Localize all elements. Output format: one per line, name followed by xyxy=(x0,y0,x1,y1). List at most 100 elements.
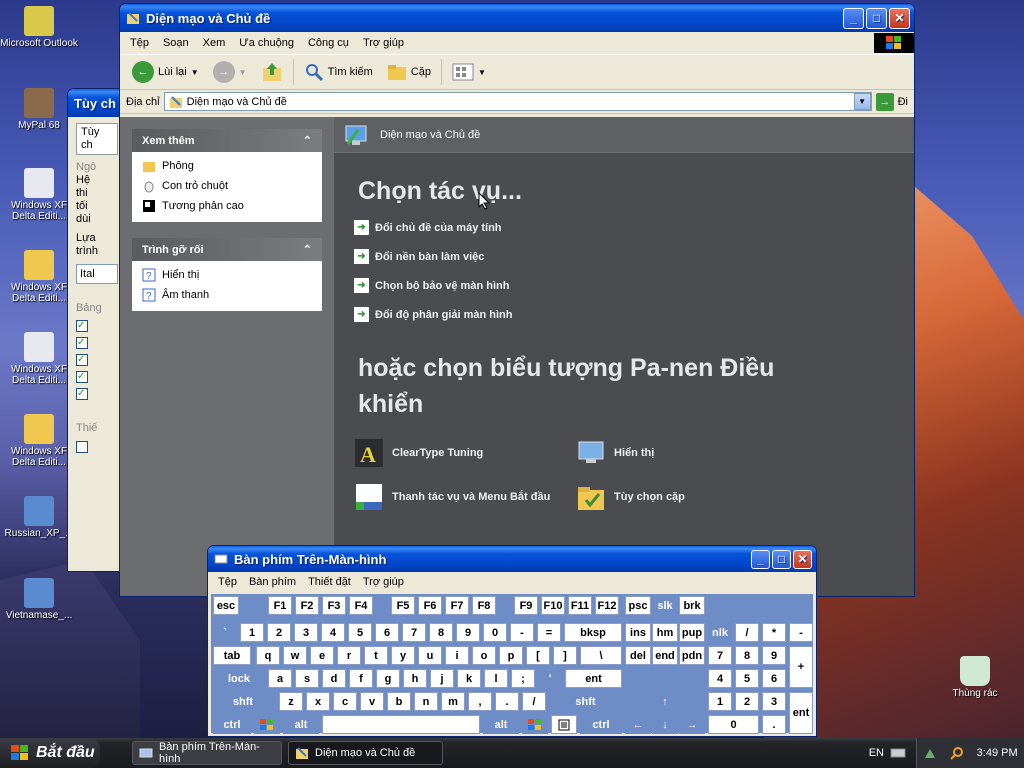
key-1[interactable]: 1 xyxy=(240,623,264,642)
background-dialog-select[interactable]: Ital xyxy=(76,264,118,284)
cpl-taskbar-start-menu[interactable]: Thanh tác vụ và Menu Bắt đầu xyxy=(354,482,576,512)
osk-menu-file[interactable]: Tệp xyxy=(218,576,237,588)
key-numpad-9[interactable]: 9 xyxy=(762,646,786,665)
key-ins[interactable]: ins xyxy=(625,623,651,642)
key-numpad-divide[interactable]: / xyxy=(735,623,759,642)
address-dropdown-button[interactable]: ▼ xyxy=(853,93,871,110)
task-choose-screensaver[interactable]: ➜ Chọn bộ bảo vệ màn hình xyxy=(354,278,914,293)
checkbox[interactable]: ✓ xyxy=(76,371,88,383)
key-numpad-0[interactable]: 0 xyxy=(708,715,759,734)
key-2[interactable]: 2 xyxy=(267,623,291,642)
key-shift-left[interactable]: shft xyxy=(213,692,273,711)
key-7[interactable]: 7 xyxy=(402,623,426,642)
cpl-folder-options[interactable]: Tùy chọn cặp xyxy=(576,482,798,512)
background-dialog-window[interactable]: Tùy ch Tùy ch Ngô Hệ thi tối dùi Lựa trì… xyxy=(67,88,127,572)
key-s[interactable]: s xyxy=(295,669,319,688)
explorer-window[interactable]: Diện mạo và Chủ đề _ □ ✕ Tệp Soạn Xem Ưa… xyxy=(119,3,915,597)
key-6[interactable]: 6 xyxy=(375,623,399,642)
key-f7[interactable]: F7 xyxy=(445,596,469,615)
key-arrow-up[interactable]: ↑ xyxy=(652,692,678,711)
language-indicator[interactable]: EN xyxy=(869,747,884,759)
back-button[interactable]: ← Lùi lại ▼ xyxy=(128,59,203,85)
see-also-high-contrast[interactable]: Tương phản cao xyxy=(132,196,322,216)
key-p[interactable]: p xyxy=(499,646,523,665)
key-enter[interactable]: ent xyxy=(565,669,622,688)
key-h[interactable]: h xyxy=(403,669,427,688)
key-9[interactable]: 9 xyxy=(456,623,480,642)
key-f12[interactable]: F12 xyxy=(595,596,619,615)
key-3[interactable]: 3 xyxy=(294,623,318,642)
key-arrow-left[interactable]: ← xyxy=(625,715,651,734)
key-o[interactable]: o xyxy=(472,646,496,665)
cpl-display[interactable]: Hiển thị xyxy=(576,438,798,468)
key-alt-left[interactable]: alt xyxy=(283,715,319,734)
key-backslash[interactable]: \ xyxy=(580,646,622,665)
key-a[interactable]: a xyxy=(268,669,292,688)
key-end[interactable]: end xyxy=(652,646,678,665)
key-n[interactable]: n xyxy=(414,692,438,711)
search-icon[interactable] xyxy=(950,746,964,760)
key-nlk[interactable]: nlk xyxy=(708,623,732,642)
key-numpad-3[interactable]: 3 xyxy=(762,692,786,711)
key-numpad-decimal[interactable]: . xyxy=(762,715,786,734)
key-backtick[interactable]: ` xyxy=(213,623,237,642)
desktop-icon-recycle-bin[interactable]: Thùng rác xyxy=(936,656,1014,699)
key-ctrl-right[interactable]: ctrl xyxy=(580,715,622,734)
key-equals[interactable]: = xyxy=(537,623,561,642)
desktop-icon-vietnamese[interactable]: Vietnamase_... xyxy=(0,578,78,621)
key-numpad-1[interactable]: 1 xyxy=(708,692,732,711)
key-minus[interactable]: - xyxy=(510,623,534,642)
key-f11[interactable]: F11 xyxy=(568,596,592,615)
background-dialog-tab[interactable]: Tùy ch xyxy=(76,123,118,155)
key-space[interactable] xyxy=(322,715,480,734)
checkbox[interactable] xyxy=(76,441,88,453)
cpl-cleartype[interactable]: A ClearType Tuning xyxy=(354,438,576,468)
address-input[interactable]: Diện mạo và Chủ đề ▼ xyxy=(163,92,872,111)
key-pdn[interactable]: pdn xyxy=(679,646,705,665)
key-f8[interactable]: F8 xyxy=(472,596,496,615)
key-e[interactable]: e xyxy=(310,646,334,665)
task-change-resolution[interactable]: ➜ Đổi độ phân giải màn hình xyxy=(354,307,914,322)
key-numpad-6[interactable]: 6 xyxy=(762,669,786,688)
minimize-button[interactable]: _ xyxy=(751,549,770,569)
taskbar-button-osk[interactable]: Bàn phím Trên-Màn-hình xyxy=(132,741,282,765)
key-esc[interactable]: esc xyxy=(213,596,239,615)
chevron-down-icon[interactable]: ▼ xyxy=(191,68,199,77)
key-q[interactable]: q xyxy=(256,646,280,665)
key-arrow-down[interactable]: ↓ xyxy=(652,715,678,734)
forward-button[interactable]: → ▼ xyxy=(209,59,251,85)
key-del[interactable]: del xyxy=(625,646,651,665)
key-numpad-8[interactable]: 8 xyxy=(735,646,759,665)
key-numpad-4[interactable]: 4 xyxy=(708,669,732,688)
key-comma[interactable]: , xyxy=(468,692,492,711)
see-also-header[interactable]: Xem thêm ⌃ xyxy=(132,129,322,152)
key-slash[interactable]: / xyxy=(522,692,546,711)
osk-menu-help[interactable]: Trợ giúp xyxy=(363,576,404,588)
key-f3[interactable]: F3 xyxy=(322,596,346,615)
see-also-mouse-pointers[interactable]: Con trỏ chuột xyxy=(132,176,322,196)
see-also-fonts[interactable]: Phông xyxy=(132,156,322,176)
key-pup[interactable]: pup xyxy=(679,623,705,642)
key-bracket-open[interactable]: [ xyxy=(526,646,550,665)
key-f1[interactable]: F1 xyxy=(268,596,292,615)
up-folder-button[interactable] xyxy=(257,59,287,85)
key-m[interactable]: m xyxy=(441,692,465,711)
key-menu[interactable] xyxy=(551,715,577,734)
key-hm[interactable]: hm xyxy=(652,623,678,642)
maximize-button[interactable]: □ xyxy=(866,7,887,29)
key-4[interactable]: 4 xyxy=(321,623,345,642)
task-change-background[interactable]: ➜ Đổi nền bàn làm việc xyxy=(354,249,914,264)
key-k[interactable]: k xyxy=(457,669,481,688)
key-slk[interactable]: slk xyxy=(652,596,678,615)
troubleshoot-sound[interactable]: ? Âm thanh xyxy=(132,285,322,305)
key-caps-lock[interactable]: lock xyxy=(213,669,265,688)
troubleshoot-header[interactable]: Trình gỡ rối ⌃ xyxy=(132,238,322,261)
key-0[interactable]: 0 xyxy=(483,623,507,642)
key-numpad-7[interactable]: 7 xyxy=(708,646,732,665)
key-b[interactable]: b xyxy=(387,692,411,711)
minimize-button[interactable]: _ xyxy=(843,7,864,29)
key-f10[interactable]: F10 xyxy=(541,596,565,615)
explorer-titlebar[interactable]: Diện mạo và Chủ đề _ □ ✕ xyxy=(120,4,914,32)
key-alt-right[interactable]: alt xyxy=(483,715,519,734)
key-r[interactable]: r xyxy=(337,646,361,665)
